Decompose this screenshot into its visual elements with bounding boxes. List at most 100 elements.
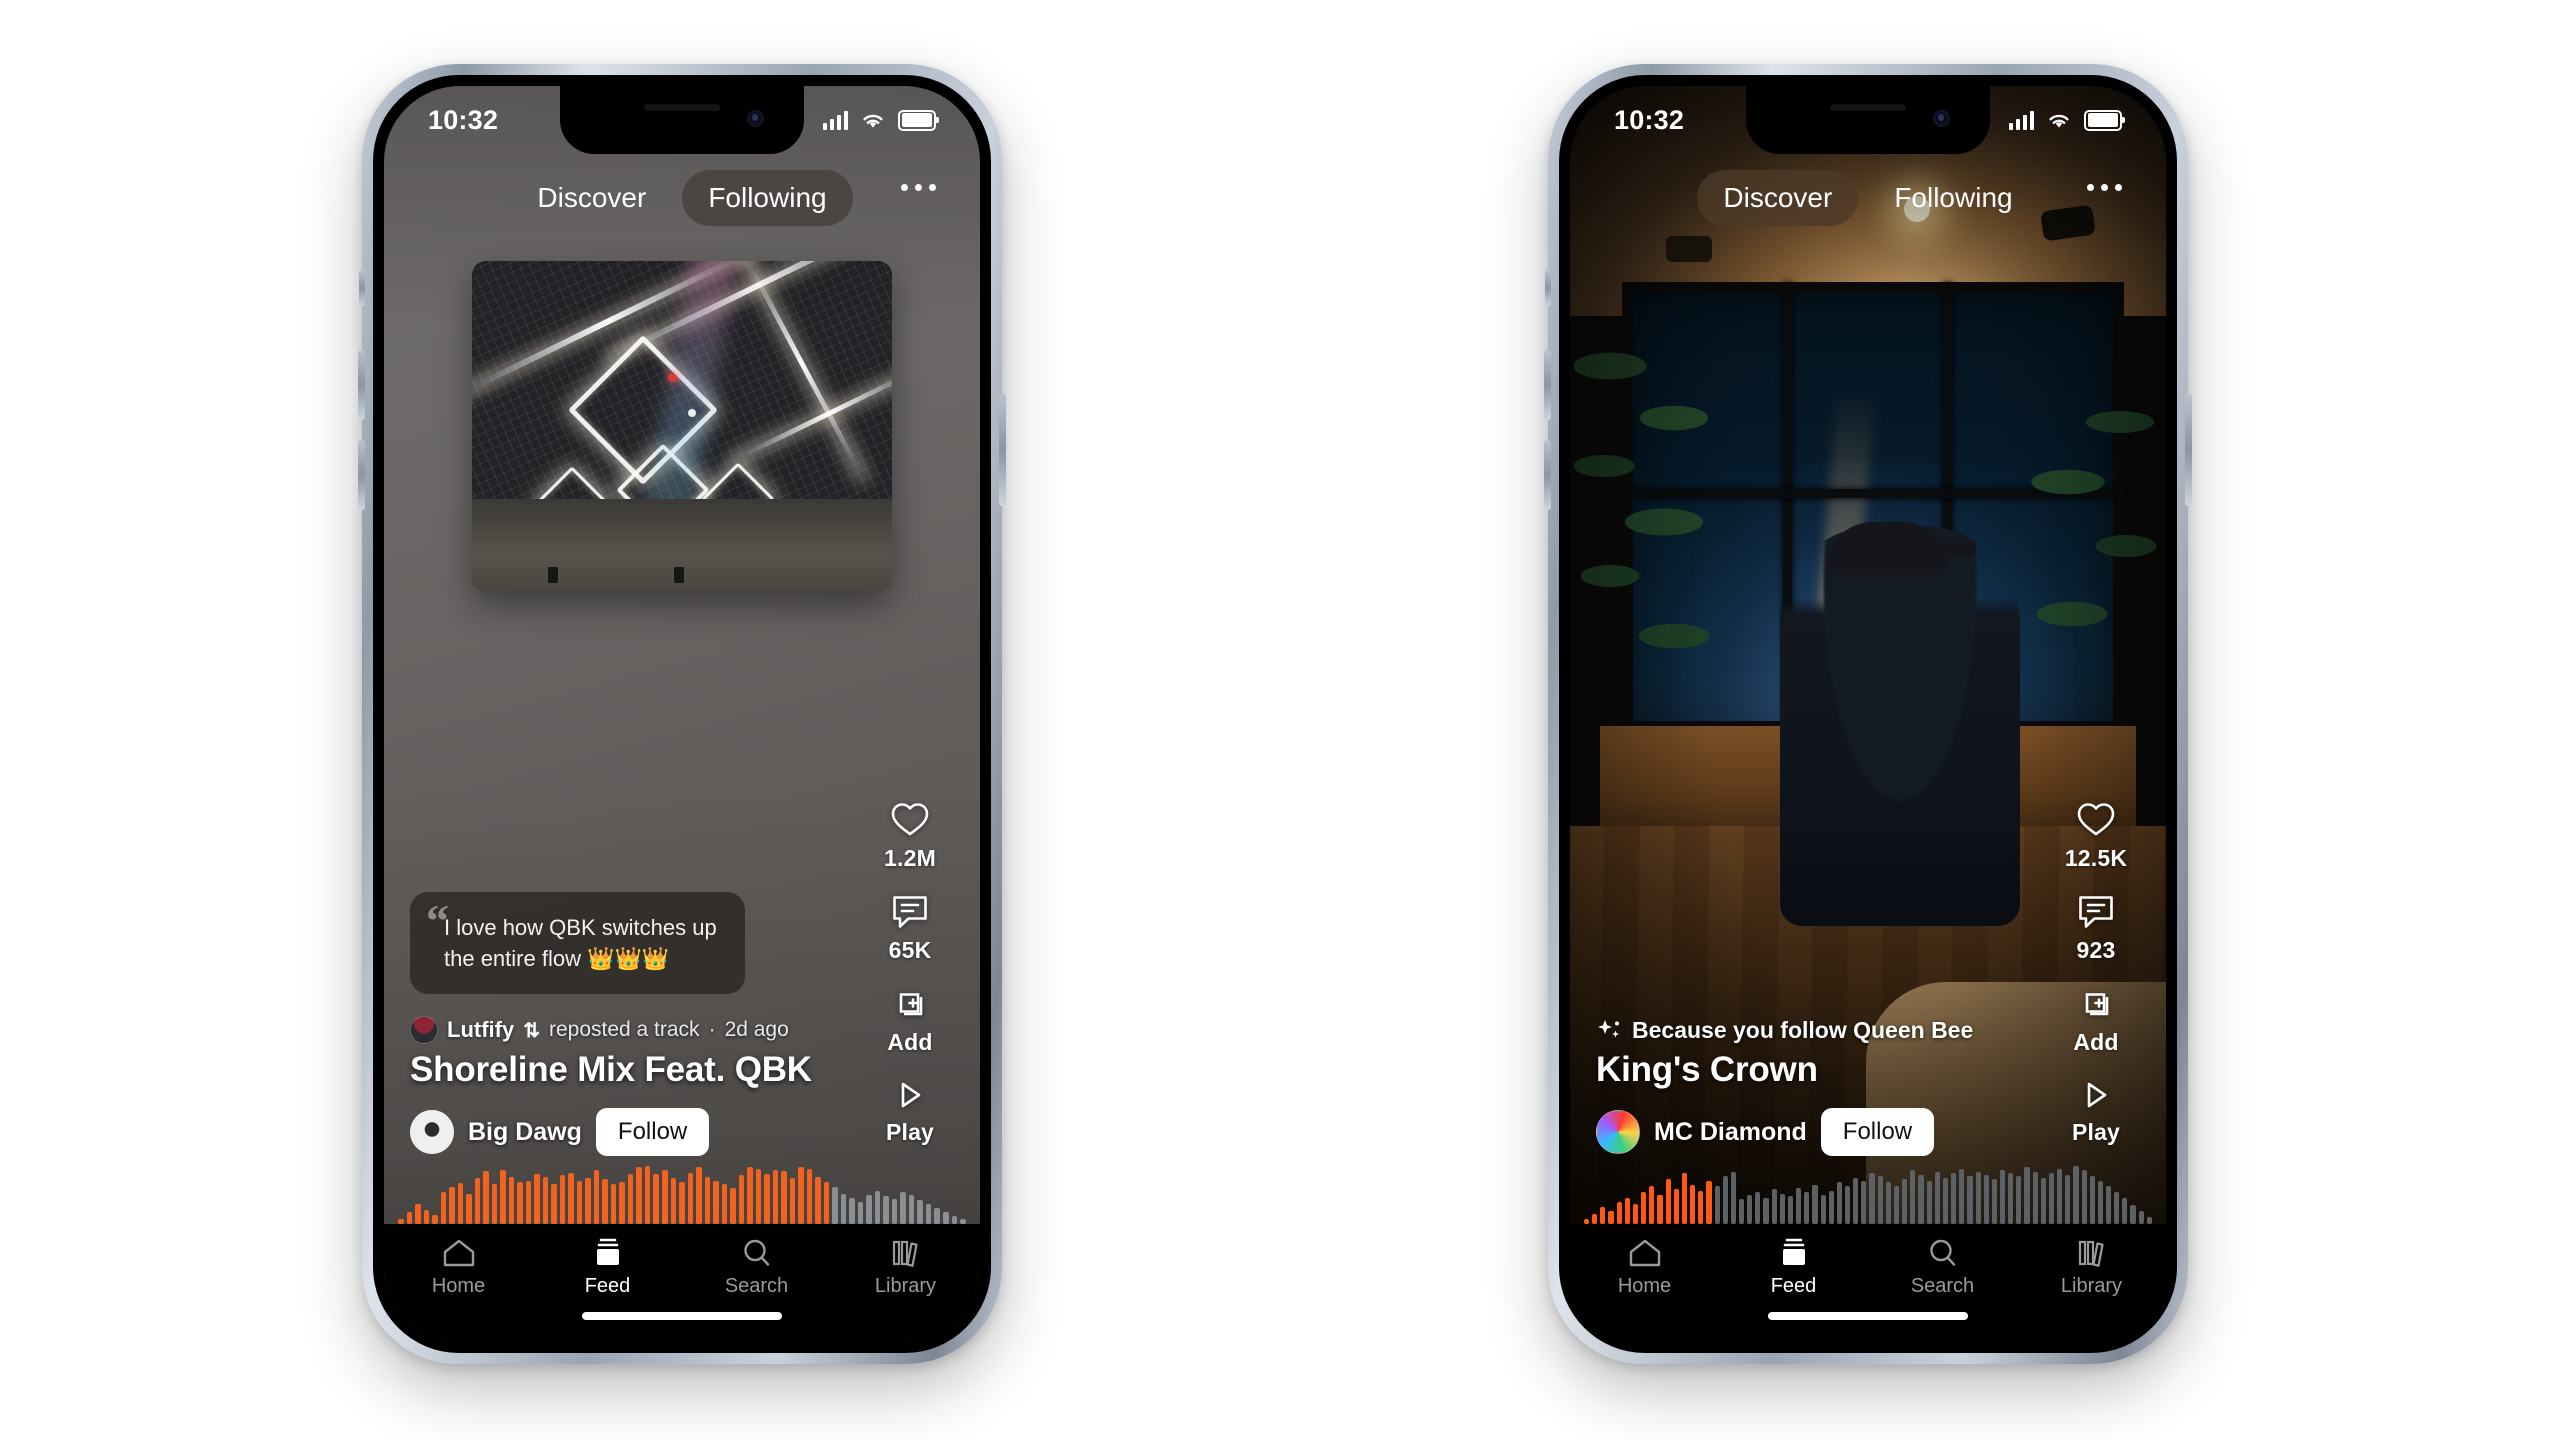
waveform-left[interactable] [384,1162,980,1224]
play-label: Play [885,1119,935,1145]
waveform-bar [1796,1187,1802,1224]
waveform-bar [423,1209,430,1224]
tab-following[interactable]: Following [682,170,853,226]
mc-diamond-avatar[interactable] [1596,1110,1640,1154]
waveform-bar [866,1195,872,1224]
waveform-bar [1657,1195,1663,1224]
tab-discover[interactable]: Discover [511,170,672,226]
waveform-bar [1983,1174,1989,1224]
volume-down-button[interactable] [358,440,365,510]
recommendation-reason-row: Because you follow Queen Bee [1596,1017,2036,1044]
tab-search[interactable]: Search [702,1238,812,1298]
home-icon [1629,1239,1660,1267]
waveform-bar [704,1176,711,1224]
status-icons [2008,109,2125,131]
add-button[interactable]: Add [2073,986,2118,1056]
silent-switch[interactable] [359,270,365,306]
waveform-bar [934,1208,940,1224]
play-button[interactable]: Play [886,1078,934,1146]
waveform-right[interactable] [1570,1162,2166,1224]
waveform-bar [406,1212,413,1224]
home-indicator[interactable] [582,1312,782,1320]
quote-text: I love how QBK switches up the entire fl… [444,914,717,971]
waveform-bar [2016,1176,2022,1224]
play-button[interactable]: Play [2072,1078,2120,1146]
comment-button[interactable]: 923 [2077,894,2116,964]
tab-home[interactable]: Home [404,1238,514,1298]
waveform-bar [508,1176,515,1224]
waveform-bar [738,1175,745,1224]
status-bar: 10:32 [384,86,980,154]
track-title: Shoreline Mix Feat. QBK [410,1050,812,1089]
repost-icon: ⇅ [523,1019,540,1042]
tab-library[interactable]: Library [2037,1238,2147,1298]
repost-action: reposted a track [548,1018,700,1041]
power-button[interactable] [2185,394,2192,506]
waveform-bar [1771,1189,1777,1224]
waveform-bar [644,1166,651,1224]
waveform-bar [2057,1168,2063,1224]
waveform-bar [2114,1192,2120,1224]
waveform-bar [610,1184,617,1224]
status-time: 10:32 [428,104,499,135]
waveform-bar [1910,1170,1916,1224]
tab-following[interactable]: Following [1868,170,2038,226]
feed-tabs-right: Discover Following [1570,170,2166,226]
bottom-tab-bar-left: Home Feed Search Library [384,1224,980,1342]
waveform-bar [525,1180,532,1224]
artist-row: MC Diamond Follow [1596,1108,2036,1156]
wifi-icon [863,114,883,128]
artist-name[interactable]: MC Diamond [1654,1118,1807,1147]
library-icon [892,1240,918,1267]
waveform-bar [619,1181,625,1224]
tab-home-label: Home [1617,1275,1672,1297]
tab-home[interactable]: Home [1590,1238,1700,1298]
cellular-signal-icon [822,110,848,130]
waveform-bar [730,1188,736,1224]
silent-switch[interactable] [1545,270,1551,306]
waveform-bar [1600,1206,1606,1224]
tab-feed[interactable]: Feed [553,1238,663,1298]
follow-button[interactable]: Follow [1820,1108,1935,1156]
add-button[interactable]: Add [887,986,932,1056]
volume-up-button[interactable] [358,350,365,420]
power-button[interactable] [999,394,1006,506]
reposter-name[interactable]: Lutfify [447,1017,514,1043]
status-time: 10:32 [1614,104,1685,135]
waveform-bar [1812,1184,1818,1224]
waveform-bar [696,1167,702,1224]
track-title: King's Crown [1596,1050,1818,1089]
waveform-bar [483,1171,489,1224]
tab-discover[interactable]: Discover [1697,170,1859,226]
waveform-bar [1673,1189,1679,1224]
waveform-bar [1934,1171,1940,1224]
waveform-bar [1787,1196,1794,1224]
status-bar: 10:32 [1570,86,2166,154]
waveform-bar [1951,1173,1957,1224]
more-options-icon[interactable] [2087,184,2122,191]
like-button[interactable]: 1.2M [884,800,936,872]
volume-down-button[interactable] [1544,440,1551,510]
tab-library[interactable]: Library [851,1238,961,1298]
waveform-bar [2081,1170,2087,1224]
waveform-bar [1738,1199,1745,1224]
follow-button[interactable]: Follow [595,1108,710,1156]
more-options-icon[interactable] [901,184,936,191]
waveform-bar [1885,1181,1891,1224]
waveform-bar [1608,1210,1614,1224]
waveform-bar [908,1195,915,1224]
waveform-bar [653,1173,659,1224]
lutfify-avatar[interactable] [410,1016,438,1044]
tab-search[interactable]: Search [1888,1238,1998,1298]
play-icon [2087,1082,2107,1108]
like-button[interactable]: 12.5K [2065,800,2127,872]
waveform-bar [772,1169,779,1224]
home-indicator[interactable] [1768,1312,1968,1320]
artist-name[interactable]: Big Dawg [468,1118,582,1147]
comment-button[interactable]: 65K [889,894,932,964]
tab-feed[interactable]: Feed [1739,1238,1849,1298]
wifi-icon [2049,114,2069,128]
big-dawg-avatar[interactable] [410,1110,454,1154]
volume-up-button[interactable] [1544,350,1551,420]
waveform-bar [1706,1180,1712,1224]
